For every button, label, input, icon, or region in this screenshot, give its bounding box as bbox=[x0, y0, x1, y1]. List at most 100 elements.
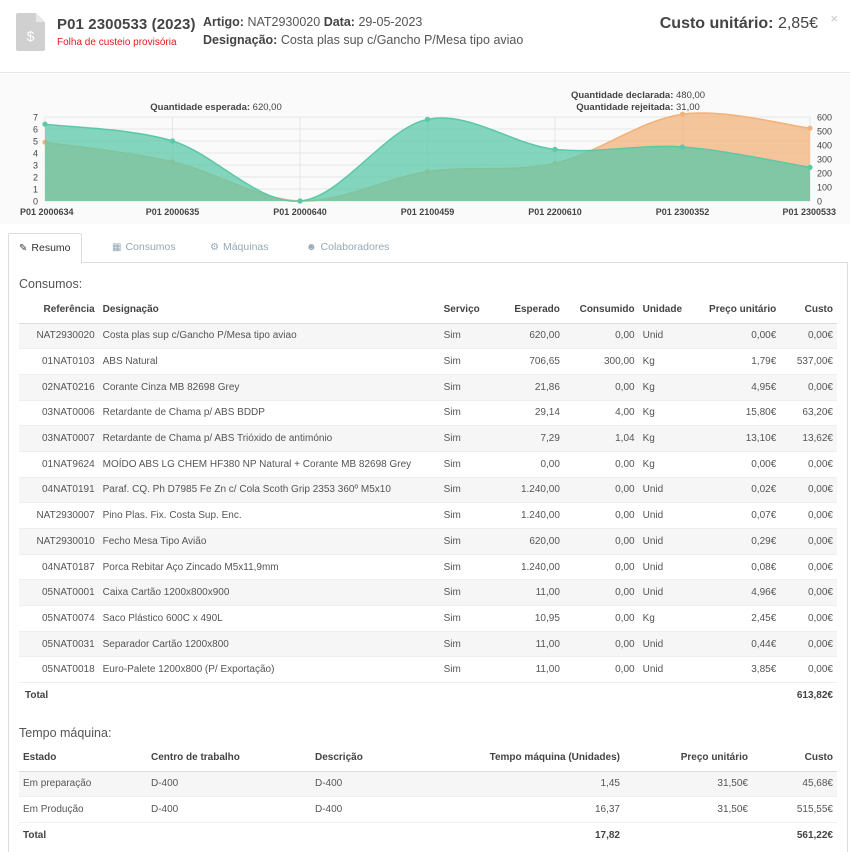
table-cell: 05NAT0074 bbox=[19, 605, 99, 632]
table-cell: 0,00 bbox=[563, 451, 639, 478]
table-cell: Sim bbox=[439, 579, 485, 607]
table-cell: 0,00€ bbox=[780, 477, 837, 504]
table-cell: Em preparação bbox=[19, 771, 147, 798]
total-label: Total bbox=[19, 822, 147, 849]
table-cell: 0,00 bbox=[563, 502, 639, 529]
table-row[interactable]: 03NAT0006 Retardante de Chama p/ ABS BDDP… bbox=[19, 400, 837, 427]
table-cell: Kg bbox=[638, 425, 694, 452]
table-row[interactable]: 05NAT0001 Caixa Cartão 1200x800x900 Sim 11,… bbox=[19, 579, 837, 607]
table-cell: Euro-Palete 1200x800 (P/ Exportação) bbox=[98, 656, 440, 684]
table-cell: 21,86 bbox=[484, 374, 564, 401]
consumos-header-row: Referência Designação Serviço Esperado C… bbox=[19, 297, 837, 324]
table-cell: D-400 bbox=[311, 796, 431, 823]
col-preco-unitario[interactable]: Preço unitário bbox=[624, 745, 752, 772]
col-custo[interactable]: Custo bbox=[780, 297, 837, 324]
table-row[interactable]: NAT2930020 Costa plas sup c/Gancho P/Mesa… bbox=[19, 323, 837, 350]
table-cell: Sim bbox=[439, 631, 485, 658]
table-row[interactable]: 05NAT0031 Separador Cartão 1200x800 Sim 11,… bbox=[19, 631, 837, 658]
col-estado[interactable]: Estado bbox=[19, 745, 147, 772]
y-right-tick-label: 200 bbox=[817, 169, 832, 179]
data-label: Data: bbox=[323, 15, 355, 29]
table-row[interactable]: 05NAT0074 Saco Plástico 600C x 490L Sim 10,… bbox=[19, 605, 837, 632]
col-custo[interactable]: Custo bbox=[752, 745, 837, 772]
table-cell: D-400 bbox=[311, 771, 431, 798]
tab-label: Resumo bbox=[31, 242, 71, 254]
table-cell: 0,00€ bbox=[780, 374, 837, 401]
data-point bbox=[807, 125, 813, 131]
table-row[interactable]: 05NAT0018 Euro-Palete 1200x800 (P/ Export… bbox=[19, 656, 837, 684]
table-cell: 0,00 bbox=[563, 656, 639, 684]
col-centro-trabalho[interactable]: Centro de trabalho bbox=[147, 745, 311, 772]
table-cell: 05NAT0018 bbox=[19, 656, 99, 684]
x-tick-label: P01 2300352 bbox=[656, 207, 710, 217]
table-cell: Fecho Mesa Tipo Avião bbox=[98, 528, 440, 555]
unit-cost: Custo unitário: 2,85€ bbox=[660, 15, 818, 33]
data-point bbox=[42, 121, 48, 127]
table-row[interactable]: 01NAT0103 ABS Natural Sim 706,65 300,00 Kg 1,7… bbox=[19, 348, 837, 375]
x-tick-label: P01 2000640 bbox=[273, 207, 327, 217]
y-left-tick-label: 4 bbox=[33, 149, 38, 159]
table-cell: 16,37 bbox=[431, 796, 624, 823]
table-cell: Sim bbox=[439, 400, 485, 427]
table-cell: Unid bbox=[638, 631, 694, 658]
consumos-table: Referência Designação Serviço Esperado C… bbox=[19, 297, 837, 709]
table-cell: 1,79€ bbox=[693, 348, 781, 375]
artigo-label: Artigo: bbox=[203, 15, 244, 29]
tab-colaboradores[interactable]: ☻ Colaboradores bbox=[296, 233, 399, 263]
table-cell: NAT2930020 bbox=[19, 323, 99, 350]
table-cell: NAT2930007 bbox=[19, 502, 99, 529]
edit-icon: ✎ bbox=[19, 243, 28, 254]
col-referencia[interactable]: Referência bbox=[19, 297, 99, 324]
table-cell: 0,00€ bbox=[780, 605, 837, 632]
table-cell: 29,14 bbox=[484, 400, 564, 427]
col-tempo-maquina[interactable]: Tempo máquina (Unidades) bbox=[431, 745, 624, 772]
table-row[interactable]: 04NAT0187 Porca Rebitar Aço Zincado M5x11… bbox=[19, 554, 837, 581]
document-dollar-icon: $ bbox=[16, 13, 45, 51]
table-cell: Em Produção bbox=[19, 796, 147, 823]
table-cell: NAT2930010 bbox=[19, 528, 99, 555]
table-cell: Kg bbox=[638, 605, 694, 632]
total-tempo: 17,82 bbox=[431, 822, 624, 849]
table-cell: 05NAT0001 bbox=[19, 579, 99, 607]
table-cell: 0,00 bbox=[563, 579, 639, 607]
y-left-tick-label: 5 bbox=[33, 137, 38, 147]
table-cell: Retardante de Chama p/ ABS Trióxido de a… bbox=[98, 425, 440, 452]
col-descricao[interactable]: Descrição bbox=[311, 745, 431, 772]
table-cell: Sim bbox=[439, 656, 485, 684]
table-cell: Sim bbox=[439, 554, 485, 581]
data-point bbox=[169, 138, 176, 144]
table-row[interactable]: 01NAT9624 MOÍDO ABS LG CHEM HF380 NP Natu… bbox=[19, 451, 837, 478]
cubes-icon: ▦ bbox=[112, 242, 122, 253]
col-consumido[interactable]: Consumido bbox=[563, 297, 639, 324]
table-cell: 01NAT0103 bbox=[19, 348, 99, 375]
table-cell: 1.240,00 bbox=[484, 554, 564, 581]
table-cell: 0,00€ bbox=[693, 451, 781, 478]
col-unidade[interactable]: Unidade bbox=[638, 297, 694, 324]
table-cell: Retardante de Chama p/ ABS BDDP bbox=[98, 400, 440, 427]
table-row[interactable]: Em Produção D-400 D-400 16,37 31,50€ 515,55€ bbox=[19, 796, 837, 823]
tab-maquinas[interactable]: ⚙ Máquinas bbox=[200, 233, 279, 263]
col-preco-unitario[interactable]: Preço unitário bbox=[693, 297, 781, 324]
close-icon[interactable]: × bbox=[830, 11, 838, 26]
chart-svg: 0 1 2 3 4 5 6 7 0 100 200 300 400 500 600 P01 2000634 P0… bbox=[20, 90, 836, 217]
tempo-table: Estado Centro de trabalho Descrição Temp… bbox=[19, 745, 837, 849]
designacao-value: Costa plas sup c/Gancho P/Mesa tipo avia… bbox=[280, 33, 524, 47]
col-esperado[interactable]: Esperado bbox=[484, 297, 564, 324]
table-row[interactable]: NAT2930007 Pino Plas. Fix. Costa Sup. Enc… bbox=[19, 502, 837, 529]
table-row[interactable]: 02NAT0216 Corante Cinza MB 82698 Grey Sim 2… bbox=[19, 374, 837, 401]
tab-resumo[interactable]: ✎ Resumo bbox=[8, 233, 82, 264]
tempo-header-row: Estado Centro de trabalho Descrição Temp… bbox=[19, 745, 837, 772]
tab-consumos[interactable]: ▦ Consumos bbox=[102, 233, 186, 263]
annotation-label: Quantidade declarada: bbox=[571, 90, 676, 101]
table-cell: Sim bbox=[439, 425, 485, 452]
table-cell: 620,00 bbox=[484, 528, 564, 555]
table-cell: Sim bbox=[439, 374, 485, 401]
table-cell: 2,45€ bbox=[693, 605, 781, 632]
table-row[interactable]: Em preparação D-400 D-400 1,45 31,50€ 45,68€ bbox=[19, 771, 837, 798]
table-row[interactable]: 04NAT0191 Paraf. CQ. Ph D7985 Fe Zn c/ Co… bbox=[19, 477, 837, 504]
col-designacao[interactable]: Designação bbox=[98, 297, 440, 324]
col-servico[interactable]: Serviço bbox=[439, 297, 485, 324]
table-cell: Sim bbox=[439, 528, 485, 555]
table-row[interactable]: 03NAT0007 Retardante de Chama p/ ABS Trió… bbox=[19, 425, 837, 452]
table-row[interactable]: NAT2930010 Fecho Mesa Tipo Avião Sim 620,00… bbox=[19, 528, 837, 555]
